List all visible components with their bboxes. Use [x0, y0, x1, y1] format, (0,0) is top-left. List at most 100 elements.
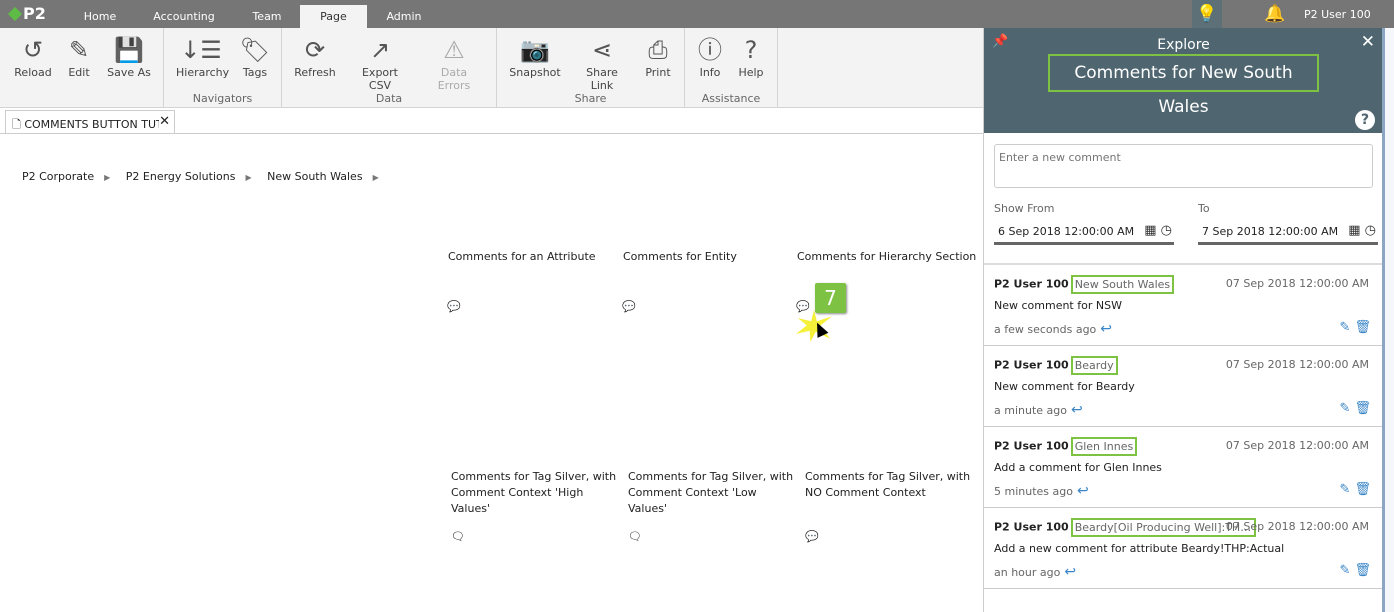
comment-user: P2 User 100 — [994, 520, 1069, 534]
trash-icon[interactable]: 🗑 — [1354, 401, 1371, 416]
close-icon[interactable]: ✕ — [1361, 32, 1375, 52]
breadcrumb-item[interactable]: P2 Energy Solutions — [126, 170, 236, 183]
comment-item: P2 User 100 Beardy 07 Sep 2018 12:00:00 A… — [984, 346, 1383, 427]
new-comment-input[interactable] — [994, 144, 1373, 188]
show-from-label: Show From — [994, 202, 1055, 215]
share-link-label: Share Link — [586, 66, 618, 92]
p2-logo[interactable]: P2 — [7, 4, 46, 23]
save-icon: 💾 — [114, 36, 144, 64]
tab-home[interactable]: Home — [70, 5, 130, 28]
background-window-edge — [1382, 28, 1394, 612]
save-as-button[interactable]: 💾 Save As — [106, 34, 152, 79]
reload-button[interactable]: ↺ Reload — [14, 34, 52, 79]
edit-icon[interactable]: ✎ — [1339, 320, 1350, 335]
data-errors-button[interactable]: ⚠ Data Errors — [424, 34, 484, 92]
hierarchy-icon: ↓☰ — [180, 36, 222, 64]
bell-icon[interactable]: 🔔 — [1264, 0, 1285, 28]
comment-user: P2 User 100 — [994, 358, 1069, 372]
share-link-button[interactable]: ⋖ Share Link — [575, 34, 629, 92]
reply-icon[interactable]: ↩ — [1064, 564, 1076, 580]
comment-date: 07 Sep 2018 12:00:00 AM — [1225, 439, 1369, 452]
comment-filled-icon[interactable]: 💬 — [447, 300, 461, 313]
help-label: Help — [738, 66, 764, 79]
comment-time-ago: a minute ago — [994, 404, 1067, 417]
cell-title: Comments for Entity — [623, 250, 737, 263]
tab-admin[interactable]: Admin — [372, 5, 436, 28]
export-csv-label: Export CSV — [361, 66, 398, 92]
print-icon: ⎙ — [648, 36, 668, 64]
help-icon: ? — [744, 36, 758, 64]
comment-item: P2 User 100 New South Wales 07 Sep 2018 1… — [984, 265, 1383, 346]
reply-icon[interactable]: ↩ — [1071, 402, 1083, 418]
print-button[interactable]: ⎙ Print — [641, 34, 675, 79]
panel-header: 📌 Explore ✕ Comments for New South Wales… — [984, 28, 1383, 133]
print-label: Print — [645, 66, 671, 79]
calendar-icon[interactable]: ▦ — [1144, 223, 1156, 238]
document-tab[interactable]: 🗋 COMMENTS BUTTON TUT ✕ — [5, 110, 175, 134]
export-csv-button[interactable]: ↗ Export CSV — [350, 34, 410, 92]
help-button[interactable]: ? Help — [735, 34, 767, 79]
info-button[interactable]: ⓘ Info — [695, 34, 725, 79]
comment-outline-icon[interactable]: 🗨 — [628, 530, 642, 543]
comment-text: Add a comment for Glen Innes — [994, 461, 1162, 474]
trash-icon[interactable]: 🗑 — [1354, 482, 1371, 497]
comment-filled-icon[interactable]: 💬 — [805, 530, 819, 543]
cell-title: Comments for Tag Silver, with NO Comment… — [805, 470, 971, 499]
edit-icon[interactable]: ✎ — [1339, 401, 1350, 416]
to-value: 7 Sep 2018 12:00:00 AM — [1202, 225, 1339, 238]
tab-accounting[interactable]: Accounting — [148, 5, 220, 28]
clock-icon[interactable]: ◷ — [1161, 223, 1172, 238]
refresh-button[interactable]: ⟳ Refresh — [294, 34, 336, 79]
comment-filled-icon[interactable]: 💬 — [622, 300, 636, 313]
snapshot-button[interactable]: 📷 Snapshot — [509, 34, 561, 79]
user-menu[interactable]: P2 User 100 — [1304, 0, 1371, 28]
help-icon[interactable]: ? — [1355, 110, 1375, 130]
tab-page[interactable]: Page — [300, 5, 367, 28]
show-from-field[interactable]: 6 Sep 2018 12:00:00 AM ▦ ◷ — [994, 221, 1174, 245]
breadcrumb-item[interactable]: New South Wales — [267, 170, 362, 183]
lightbulb-icon[interactable]: 💡 — [1192, 0, 1222, 28]
breadcrumb: P2 Corporate ▶ P2 Energy Solutions ▶ New S… — [22, 170, 391, 183]
edit-button[interactable]: ✎ Edit — [62, 34, 96, 79]
refresh-label: Refresh — [294, 66, 336, 79]
to-field[interactable]: 7 Sep 2018 12:00:00 AM ▦ ◷ — [1198, 221, 1378, 245]
trash-icon[interactable]: 🗑 — [1354, 320, 1371, 335]
reply-icon[interactable]: ↩ — [1077, 483, 1089, 499]
ribbon-group-navigators: ↓☰ Hierarchy 🏷 Tags Navigators — [164, 28, 282, 108]
document-tab-label: COMMENTS BUTTON TUT — [24, 118, 163, 131]
tab-team[interactable]: Team — [238, 5, 296, 28]
snapshot-label: Snapshot — [509, 66, 561, 79]
hierarchy-button[interactable]: ↓☰ Hierarchy — [176, 34, 229, 79]
comment-text: New comment for NSW — [994, 299, 1122, 312]
comment-context[interactable]: Glen Innes — [1070, 437, 1138, 456]
panel-title: Comments for New South Wales — [1048, 54, 1319, 117]
clock-icon[interactable]: ◷ — [1365, 223, 1376, 238]
cell-title: Comments for Tag Silver, with Comment Co… — [628, 470, 794, 515]
reload-label: Reload — [14, 66, 52, 79]
data-errors-label: Data Errors — [437, 66, 471, 92]
reply-icon[interactable]: ↩ — [1100, 321, 1112, 337]
edit-icon[interactable]: ✎ — [1339, 482, 1350, 497]
edit-icon[interactable]: ✎ — [1339, 563, 1350, 578]
calendar-icon[interactable]: ▦ — [1348, 223, 1360, 238]
comment-context[interactable]: Beardy — [1070, 356, 1118, 375]
tags-button[interactable]: 🏷 Tags — [238, 34, 272, 79]
close-tab-icon[interactable]: ✕ — [159, 114, 170, 129]
panel-header-title: Explore — [1157, 37, 1210, 53]
trash-icon[interactable]: 🗑 — [1354, 563, 1371, 578]
comment-filled-icon[interactable]: 💬 — [796, 300, 810, 313]
comment-user: P2 User 100 — [994, 439, 1069, 453]
comment-outline-icon[interactable]: 🗨 — [451, 530, 465, 543]
explore-panel: 📌 Explore ✕ Comments for New South Wales… — [983, 28, 1383, 612]
comment-context[interactable]: New South Wales — [1070, 275, 1175, 294]
comment-date: 07 Sep 2018 12:00:00 AM — [1225, 358, 1369, 371]
from-value: 6 Sep 2018 12:00:00 AM — [998, 225, 1135, 238]
breadcrumb-item[interactable]: P2 Corporate — [22, 170, 94, 183]
info-label: Info — [699, 66, 721, 79]
chevron-right-icon: ▶ — [372, 173, 379, 182]
step-badge: 7 — [815, 283, 846, 313]
comment-item: P2 User 100 Glen Innes 07 Sep 2018 12:00:… — [984, 427, 1383, 508]
comment-date: 07 Sep 2018 12:00:00 AM — [1225, 277, 1369, 290]
chevron-right-icon: ▶ — [104, 173, 111, 182]
edit-icon: ✎ — [68, 36, 90, 64]
